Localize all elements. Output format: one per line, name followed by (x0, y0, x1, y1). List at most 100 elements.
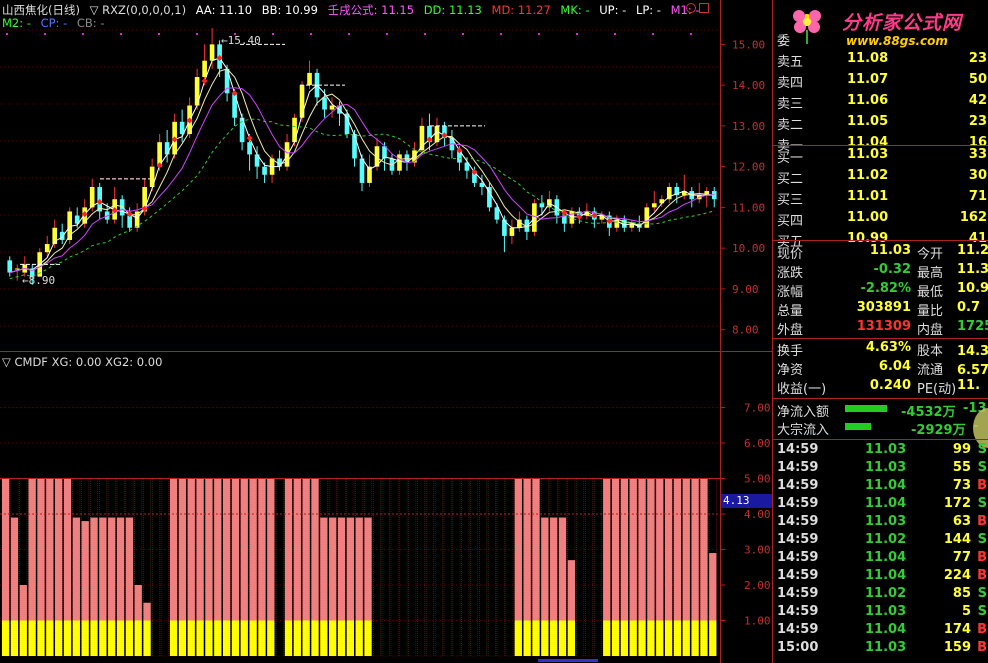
tick-volume: 85 (952, 586, 971, 601)
indicator-base-bar (603, 620, 611, 656)
tick-price: 11.04 (865, 550, 907, 565)
indicator-frame (479, 478, 487, 657)
tick-price: 11.04 (865, 496, 907, 511)
tick-row[interactable]: 14:59 11.03 5 S (773, 604, 988, 622)
candle-body (322, 97, 327, 110)
quote-value: 10.9 (957, 281, 988, 296)
fundamental-value: 14.3亿 (957, 344, 988, 359)
indicator-bar (346, 517, 354, 621)
low-annotation: ←8.90 (22, 274, 56, 287)
tick-price: 11.03 (865, 442, 907, 457)
tick-row[interactable]: 14:59 11.04 174 B (773, 622, 988, 640)
tick-direction: S (977, 532, 987, 547)
fundamentals-row: 净资 6.04 流通 6.57亿 (773, 359, 988, 378)
tick-row[interactable]: 14:59 11.04 172 S (773, 496, 988, 514)
indicator-frame (151, 478, 160, 657)
fundamental-value: 0.240 (869, 378, 911, 393)
indicator-bar (329, 517, 337, 621)
quote-value: 11.3 (957, 262, 988, 277)
indicator-base-bar (240, 620, 248, 656)
signal-dot (576, 33, 578, 35)
candle-body (307, 72, 312, 86)
indicator-bar (231, 478, 240, 621)
indicator-base-bar (700, 620, 708, 656)
indicator-bar (700, 478, 708, 621)
indicator-frame (443, 478, 452, 657)
indicator-bar (258, 478, 266, 621)
indicator-base-bar (284, 620, 293, 656)
indicator-axis-label: 2.00 (744, 579, 771, 592)
quote-label: 总量 (777, 304, 804, 319)
indicator-base-bar (116, 620, 125, 656)
indicator-bar (567, 560, 575, 621)
tick-row[interactable]: 14:59 11.04 73 B (773, 478, 988, 496)
indicator-bar (19, 585, 27, 621)
quote-value: 11.2 (957, 243, 988, 258)
tick-price: 11.03 (865, 460, 907, 475)
indicator-base-bar (258, 620, 266, 656)
fundamental-value: 11. (957, 378, 981, 393)
candle-body (651, 203, 657, 208)
fundamental-label: 股本 (917, 344, 944, 359)
indicator-chart[interactable]: 7.00 6.00 5.00 4.00 3.00 2.00 1.00 (0, 352, 772, 663)
bid-row: 买一 11.03 33 (773, 147, 988, 166)
indicator-base-bar (205, 620, 213, 656)
indicator-bar (532, 478, 540, 621)
tick-row[interactable]: 14:59 11.02 85 S (773, 586, 988, 604)
tick-price: 11.03 (865, 604, 907, 619)
chart-area[interactable]: 山西焦化(日线) ▽ RXZ(0,0,0,0,1) AA: 11.10 BB: … (0, 0, 772, 663)
indicator-base-bar (638, 620, 646, 656)
indicator-base-bar (550, 620, 558, 656)
indicator-frame (372, 478, 381, 657)
tick-row[interactable]: 14:59 11.03 55 S (773, 460, 988, 478)
trend-marker (201, 78, 208, 85)
block-inflow-label: 大宗流入 (777, 423, 830, 438)
indicator-bar (514, 478, 522, 621)
high-annotation-value: 15.40 (227, 34, 261, 47)
block-inflow-row: 大宗流入 -2929万 - (773, 419, 988, 438)
tick-row[interactable]: 14:59 11.04 224 B (773, 568, 988, 586)
quote-label: 现价 (777, 247, 804, 262)
indicator-base-bar (196, 620, 204, 656)
indicator-base-bar (514, 620, 522, 656)
indicator-base-bar (99, 620, 107, 656)
tick-volume: 77 (952, 550, 971, 565)
indicator-bar (709, 553, 717, 621)
indicator-base-bar (19, 620, 27, 656)
tick-row[interactable]: 14:59 11.02 144 S (773, 532, 988, 550)
quote-label: 最高 (917, 266, 944, 281)
indicator-base-bar (355, 620, 363, 656)
price-chart[interactable]: 15.00 14.00 13.00 12.00 11.00 10.00 9.00 8.00 (0, 0, 772, 352)
tick-row[interactable]: 14:59 11.03 99 S (773, 442, 988, 460)
high-annotation: ←15.40 (221, 34, 261, 47)
indicator-base-bar (222, 620, 231, 656)
indicator-frame (160, 478, 169, 657)
signal-dot (158, 33, 160, 35)
ask-price: 11.07 (847, 72, 889, 87)
ask-row: 卖三 11.06 42 (773, 93, 988, 112)
tick-volume: 73 (952, 478, 971, 493)
fundamental-label: PE(动) (917, 382, 957, 397)
bid-label: 买三 (777, 193, 804, 208)
tick-row[interactable]: 14:59 11.04 77 B (773, 550, 988, 568)
tick-row[interactable]: 14:59 11.03 63 B (773, 514, 988, 532)
indicator-axis-label: 4.00 (744, 508, 771, 521)
tick-row[interactable]: 15:00 11.03 159 B (773, 640, 988, 658)
indicator-bar (125, 517, 134, 621)
indicator-frame (275, 478, 284, 657)
quote-value: -2.82% (860, 281, 912, 296)
indicator-bar (550, 517, 558, 621)
quote-label: 涨跌 (777, 266, 804, 281)
bid-price: 11.02 (847, 168, 889, 183)
tick-direction: S (977, 604, 987, 619)
price-axis-label: 8.00 (732, 324, 759, 337)
indicator-bar (81, 521, 89, 621)
indicator-bar (46, 478, 54, 621)
signal-dot (272, 33, 274, 35)
indicator-base-bar (709, 620, 717, 656)
indicator-base-bar (125, 620, 134, 656)
indicator-base-bar (2, 620, 10, 656)
indicator-title[interactable]: ▽ CMDF XG: 0.00 XG2: 0.00 (2, 355, 162, 369)
tick-price: 11.03 (865, 640, 907, 655)
bid-price: 11.03 (847, 147, 889, 162)
